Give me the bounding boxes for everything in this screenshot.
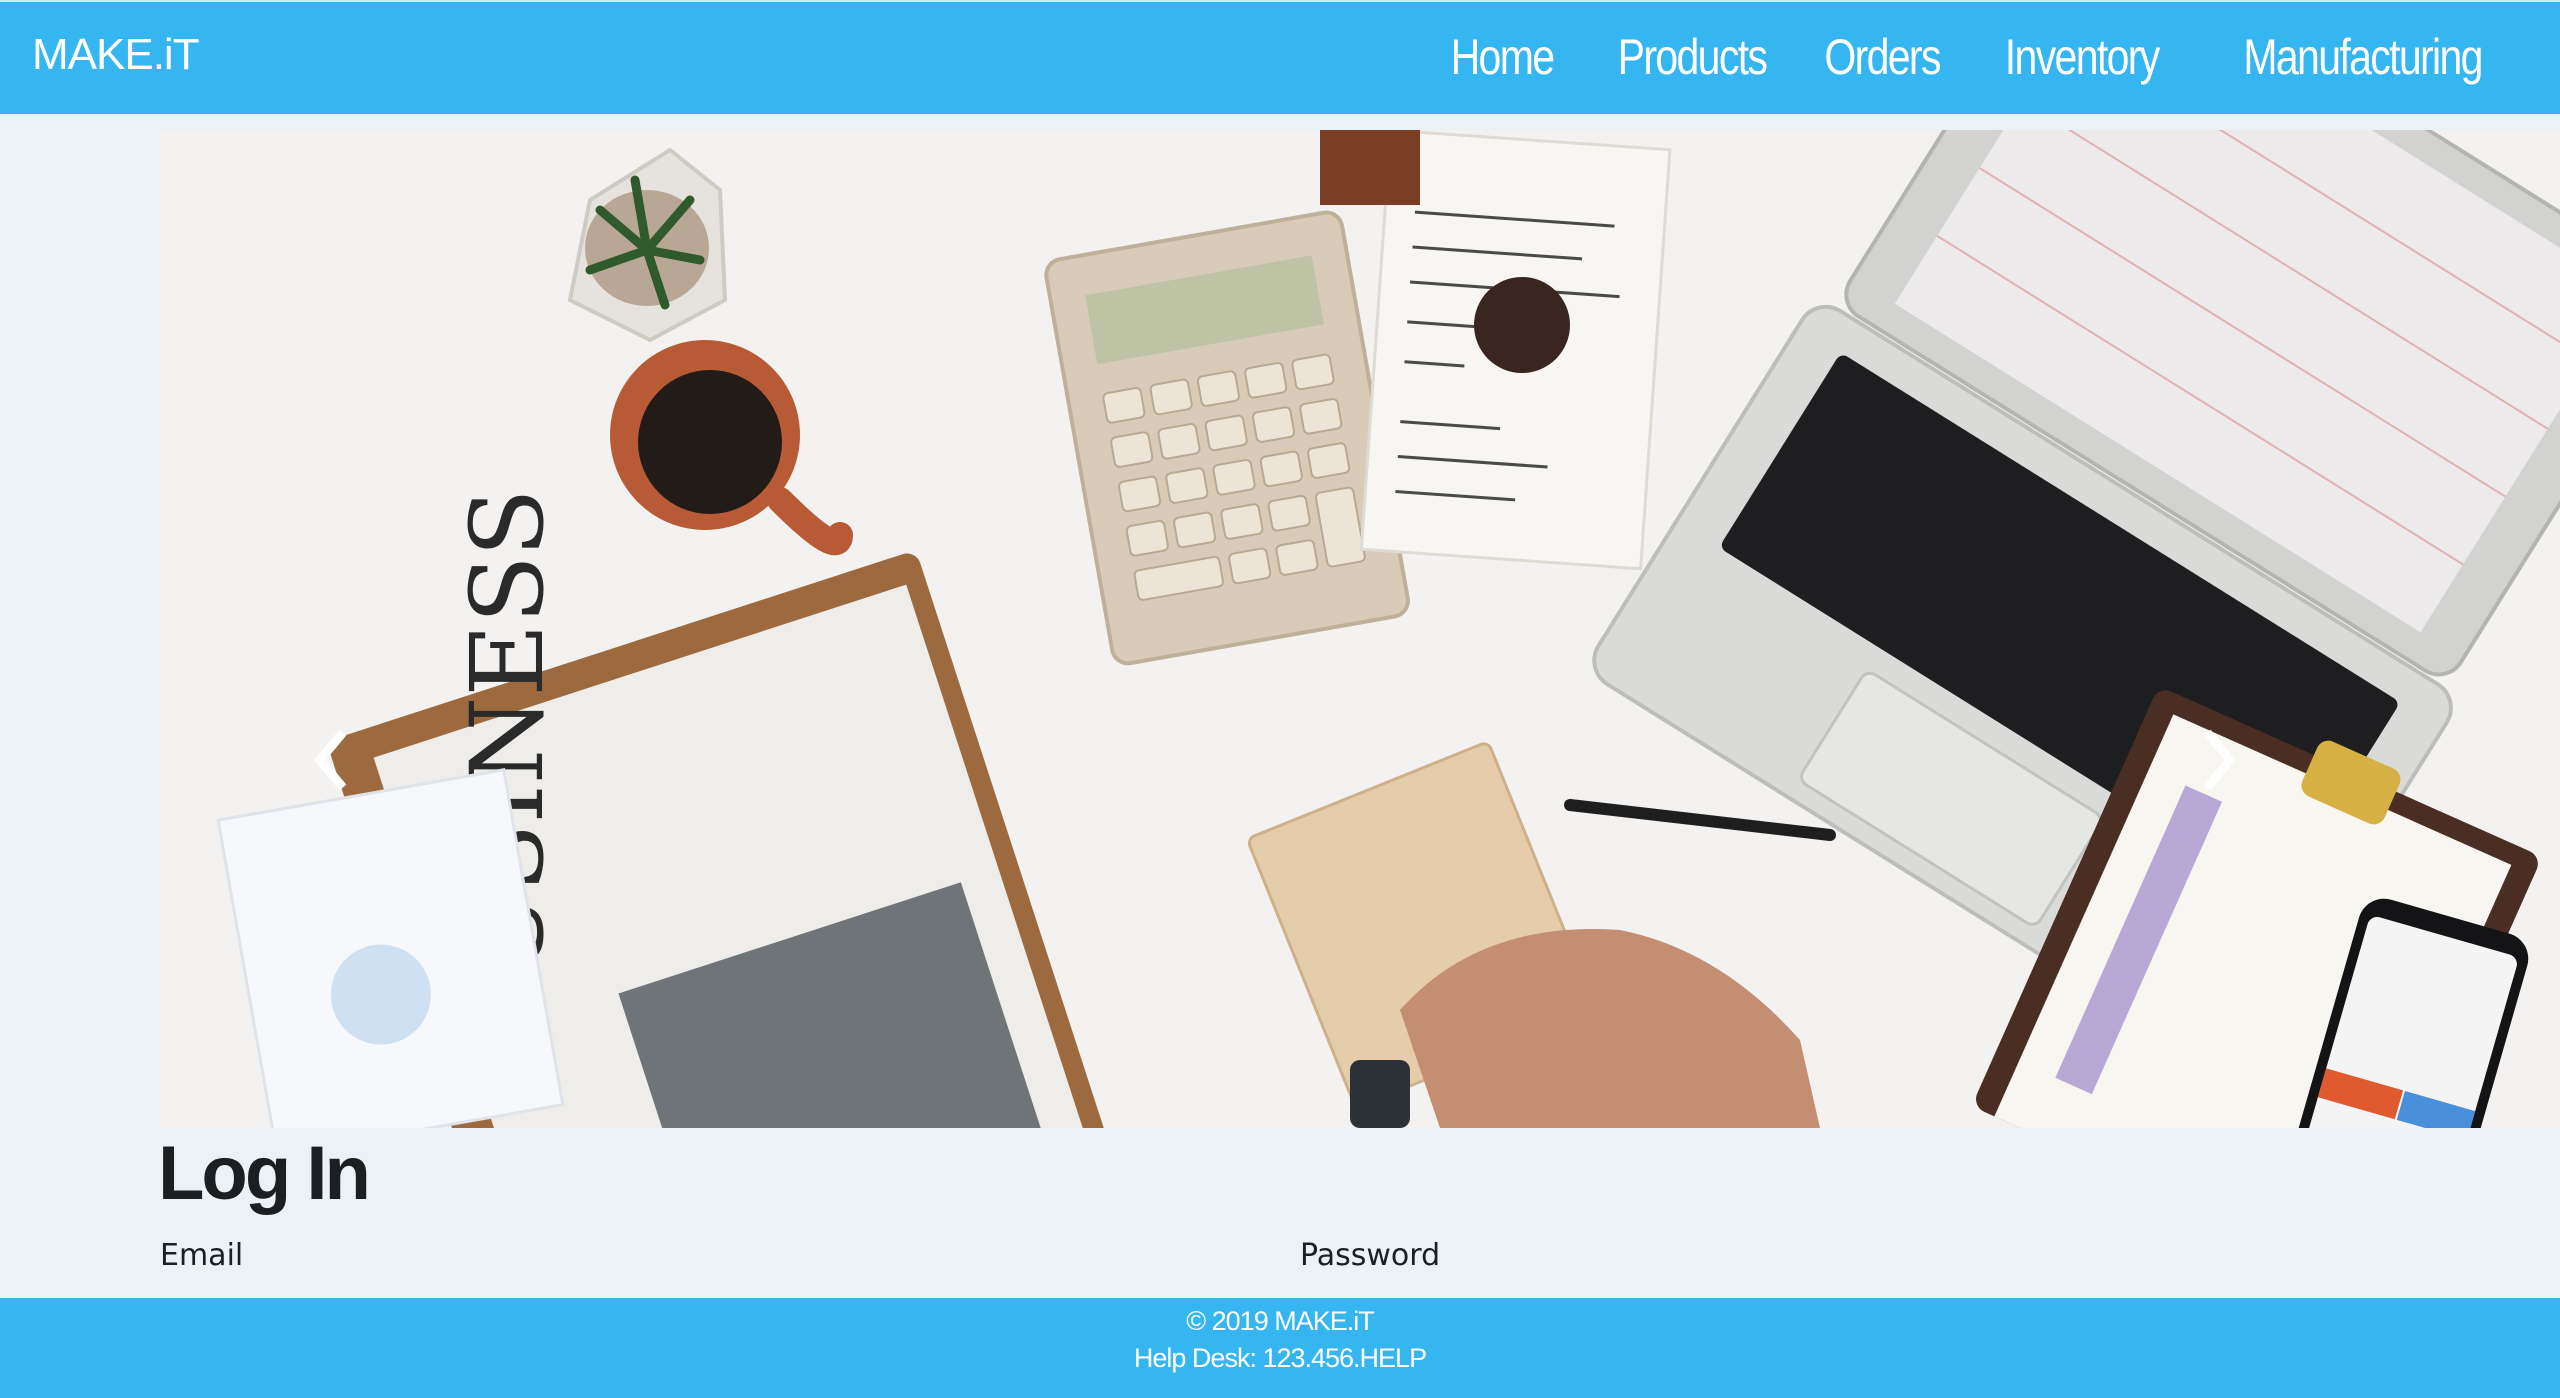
- nav-link-orders[interactable]: Orders: [1824, 28, 1941, 86]
- nav-link-products[interactable]: Products: [1618, 28, 1768, 86]
- nav-link-home[interactable]: Home: [1451, 28, 1555, 86]
- footer: © 2019 MAKE.iT Help Desk: 123.456.HELP: [0, 1298, 2560, 1398]
- nav-item-orders: Orders: [1799, 28, 1941, 86]
- chevron-right-icon: [2203, 729, 2236, 791]
- hero-carousel: BUSINESS: [160, 130, 2560, 1128]
- carousel-next-button[interactable]: [2190, 720, 2250, 800]
- nav-item-home: Home: [1428, 28, 1555, 86]
- chevron-left-icon: [314, 729, 347, 791]
- chart-paper-illustration: [216, 768, 565, 1128]
- nav-menu: Home Products Orders Inventory Manufactu…: [1428, 28, 2484, 86]
- footer-copyright: © 2019 MAKE.iT: [1186, 1306, 1374, 1336]
- top-navbar: MAKE.iT Home Products Orders Inventory M…: [0, 0, 2560, 114]
- nav-item-products: Products: [1585, 28, 1768, 86]
- footer-helpdesk: Help Desk: 123.456.HELP: [1133, 1343, 1427, 1373]
- nav-item-inventory: Inventory: [1971, 28, 2161, 86]
- email-label: Email: [160, 1238, 244, 1273]
- nav-link-inventory[interactable]: Inventory: [2005, 28, 2161, 86]
- carousel-prev-button[interactable]: [300, 720, 360, 800]
- login-heading: Log In: [158, 1131, 371, 1216]
- nav-item-manufacturing: Manufacturing: [2191, 28, 2483, 86]
- carousel-slide-image: BUSINESS: [160, 130, 2560, 1128]
- brand-logo[interactable]: MAKE.iT: [32, 30, 200, 80]
- nav-link-manufacturing[interactable]: Manufacturing: [2243, 28, 2483, 86]
- password-label: Password: [1300, 1238, 1441, 1273]
